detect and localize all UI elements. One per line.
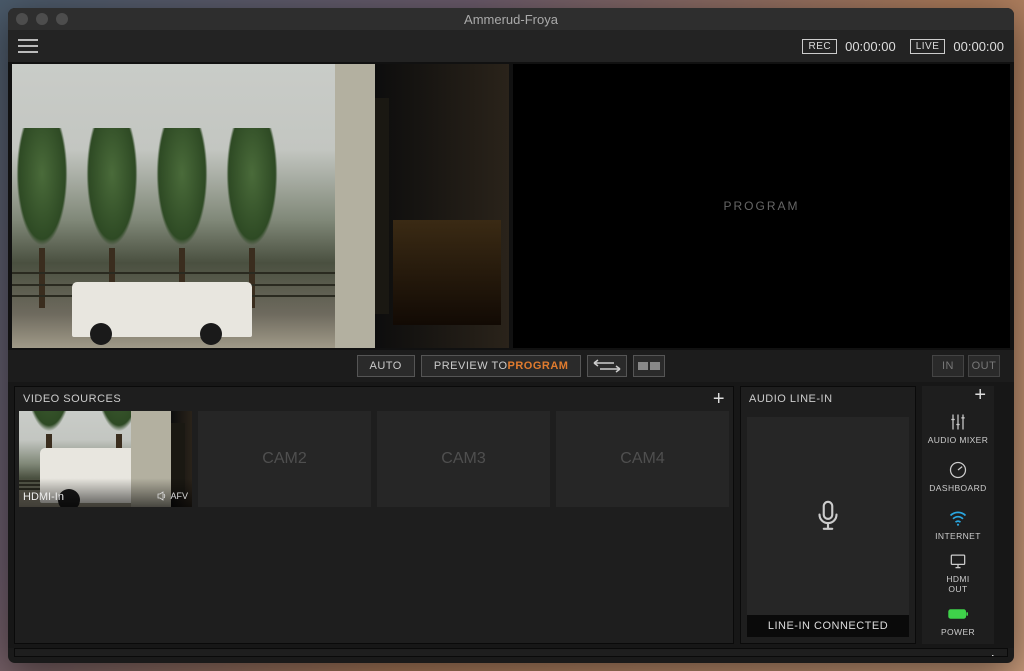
hdmi-out-button[interactable]: HDMI OUT: [922, 548, 994, 596]
gauge-icon: [948, 460, 968, 480]
swap-button[interactable]: [587, 355, 627, 377]
sliders-icon: [948, 412, 968, 432]
monitor-icon: [650, 362, 660, 370]
speaker-icon: [157, 491, 167, 501]
multiview-button[interactable]: [633, 355, 665, 377]
source-placeholder: CAM2: [262, 450, 306, 468]
audio-input[interactable]: [747, 417, 909, 615]
live-button[interactable]: LIVE: [910, 39, 946, 54]
live-time: 00:00:00: [953, 39, 1004, 54]
app-window: Ammerud-Froya REC 00:00:00 LIVE 00:00:00…: [8, 8, 1014, 663]
preview-monitor[interactable]: [12, 64, 509, 348]
hdmi-icon: [948, 551, 968, 571]
wifi-icon: [948, 508, 968, 528]
window-title: Ammerud-Froya: [8, 12, 1014, 27]
transition-controls: AUTO PREVIEW TO PROGRAM IN OUT: [8, 350, 1014, 382]
source-label: HDMI-In: [23, 491, 64, 503]
panels-row: VIDEO SOURCES + HDMI-In AFV: [8, 382, 1014, 648]
battery-icon: [948, 604, 968, 624]
source-slot-cam4[interactable]: CAM4: [556, 411, 729, 507]
swap-icon: [592, 359, 622, 373]
menu-icon[interactable]: [18, 39, 38, 53]
microphone-icon: [811, 499, 845, 533]
side-toolbar: + AUDIO MIXER DASHBOARD INTERNET HDMI OU…: [922, 386, 994, 644]
internet-button[interactable]: INTERNET: [922, 500, 994, 548]
monitor-icon: [638, 362, 648, 370]
preview-to-program-button[interactable]: PREVIEW TO PROGRAM: [421, 355, 582, 377]
source-placeholder: CAM4: [620, 450, 664, 468]
source-slot-cam3[interactable]: CAM3: [377, 411, 550, 507]
auto-button[interactable]: AUTO: [357, 355, 415, 377]
preview-to-label: PREVIEW TO: [434, 360, 508, 372]
rec-indicator: REC 00:00:00: [802, 39, 895, 54]
side-add-button[interactable]: +: [922, 386, 994, 404]
source-slot-cam2[interactable]: CAM2: [198, 411, 371, 507]
audio-line-in-panel: AUDIO LINE-IN LINE-IN CONNECTED: [740, 386, 916, 644]
in-button[interactable]: IN: [932, 355, 964, 377]
rec-button[interactable]: REC: [802, 39, 837, 54]
graphics-title: GRAPHICS: [23, 655, 84, 657]
titlebar: Ammerud-Froya: [8, 8, 1014, 30]
preview-to-target: PROGRAM: [508, 360, 569, 372]
audio-mixer-button[interactable]: AUDIO MIXER: [922, 404, 994, 452]
add-graphic-button[interactable]: +: [987, 654, 999, 657]
video-sources-title: VIDEO SOURCES: [23, 393, 121, 405]
audio-status: LINE-IN CONNECTED: [747, 615, 909, 637]
out-button[interactable]: OUT: [968, 355, 1000, 377]
audio-title: AUDIO LINE-IN: [749, 393, 833, 405]
graphics-panel: GRAPHICS + Team Name A 0 - 0 Team Name B…: [14, 648, 1008, 657]
video-sources-panel: VIDEO SOURCES + HDMI-In AFV: [14, 386, 734, 644]
preview-video: [12, 64, 509, 348]
add-source-button[interactable]: +: [713, 392, 725, 406]
program-label: PROGRAM: [723, 199, 799, 213]
live-indicator: LIVE 00:00:00: [910, 39, 1004, 54]
monitor-row: PROGRAM: [8, 62, 1014, 350]
topbar: REC 00:00:00 LIVE 00:00:00: [8, 30, 1014, 62]
power-button[interactable]: POWER: [922, 596, 994, 644]
source-afv: AFV: [157, 491, 188, 501]
rec-time: 00:00:00: [845, 39, 896, 54]
source-slot-hdmi-in[interactable]: HDMI-In AFV: [19, 411, 192, 507]
program-monitor[interactable]: PROGRAM: [513, 64, 1010, 348]
source-placeholder: CAM3: [441, 450, 485, 468]
dashboard-button[interactable]: DASHBOARD: [922, 452, 994, 500]
